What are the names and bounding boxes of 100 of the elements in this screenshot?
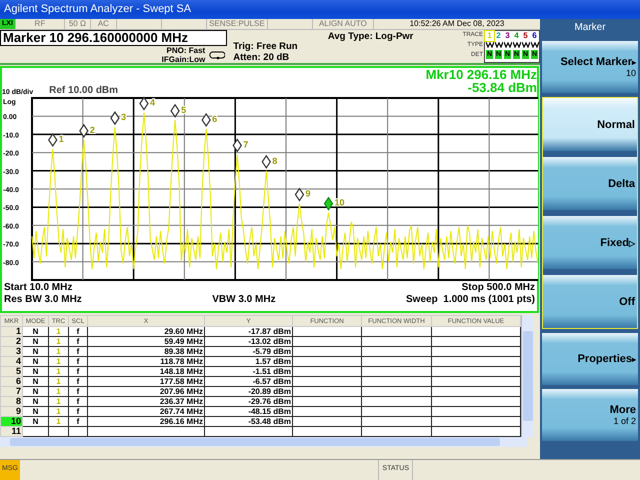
table-cell: 59.49 MHz — [88, 336, 204, 346]
table-cell: f — [68, 376, 88, 386]
marker-number: 9 — [305, 188, 310, 199]
marker-number: 1 — [58, 134, 64, 144]
table-cell: 1 — [48, 376, 68, 386]
marker-number-cell[interactable]: 4 — [0, 356, 22, 366]
softkey-button[interactable]: More 1 of 2 — [542, 389, 638, 441]
marker-diamond[interactable] — [170, 104, 180, 118]
marker-diamond[interactable] — [79, 124, 89, 138]
table-cell: f — [68, 386, 88, 396]
table-cell: N — [22, 326, 48, 336]
softkey-button[interactable]: Properties▸ — [542, 333, 638, 385]
marker-diamond[interactable] — [232, 138, 242, 152]
softkey-button[interactable]: Normal — [543, 98, 637, 151]
softkey-button[interactable]: Fixed▷ — [543, 216, 637, 269]
marker-number-cell[interactable]: 6 — [0, 376, 22, 386]
table-cell: N — [22, 366, 48, 376]
marker-diamond[interactable] — [139, 96, 149, 111]
trace-number[interactable]: 5 — [521, 31, 530, 41]
table-cell: N — [22, 396, 48, 406]
table-cell: 296.16 MHz — [88, 416, 204, 426]
trace-number[interactable]: 3 — [503, 31, 512, 41]
ifgain-label: IFGain:Low — [162, 55, 206, 64]
marker-number-cell[interactable]: 9 — [0, 406, 22, 416]
table-cell: 29.60 MHz — [88, 326, 204, 336]
table-cell: f — [68, 416, 88, 426]
marker-number: 5 — [181, 104, 186, 115]
table-cell: 1 — [48, 366, 68, 376]
marker-diamond[interactable] — [48, 132, 58, 148]
table-cell: -5.79 dBm — [204, 346, 292, 356]
coupling-label: AC — [90, 19, 116, 29]
table-cell: 118.78 MHz — [88, 356, 204, 366]
table-cell: f — [68, 336, 88, 346]
marker-diamond[interactable] — [294, 187, 304, 202]
loop-icon — [209, 50, 226, 60]
softkey-button[interactable]: Delta — [543, 157, 637, 210]
marker-number: 4 — [150, 98, 155, 108]
marker-diamond[interactable] — [324, 196, 334, 211]
table-cell: f — [68, 366, 88, 376]
attenuation-label: Atten: 20 dB — [233, 52, 290, 63]
table-cell: f — [68, 406, 88, 416]
table-cell: 1 — [48, 356, 68, 366]
video-bandwidth: VBW 3.0 MHz — [212, 294, 276, 306]
table-cell: -6.57 dBm — [204, 376, 292, 386]
softkey-button[interactable]: Select Marker▸ 10 — [542, 41, 638, 93]
marker-number-cell[interactable]: 1 — [0, 326, 22, 336]
input-label: RF — [14, 19, 64, 29]
vertical-scrollbar[interactable] — [521, 315, 534, 437]
table-cell: 207.96 MHz — [88, 386, 204, 396]
window-title: Agilent Spectrum Analyzer - Swept SA — [0, 0, 640, 19]
marker-number-cell[interactable]: 3 — [0, 346, 22, 356]
table-cell: -53.48 dBm — [204, 416, 292, 426]
marker-diamond[interactable] — [201, 112, 211, 128]
marker-number: 6 — [212, 114, 218, 124]
marker-level: -53.84 dBm — [468, 81, 537, 94]
table-cell: 1 — [48, 396, 68, 406]
marker-number-cell[interactable]: 7 — [0, 386, 22, 396]
table-cell: 89.38 MHz — [88, 346, 204, 356]
table-cell: 1 — [48, 346, 68, 356]
horizontal-scrollbar[interactable] — [0, 437, 527, 447]
marker-number: 8 — [272, 156, 278, 166]
table-cell: 1 — [48, 336, 68, 346]
table-cell: -17.87 dBm — [204, 326, 292, 336]
trace-number[interactable]: 4 — [512, 31, 522, 41]
table-cell: -29.76 dBm — [204, 396, 292, 406]
marker-number-cell[interactable]: 5 — [0, 366, 22, 376]
trace-number[interactable]: 6 — [530, 31, 540, 41]
average-type-label: Avg Type: Log-Pwr — [328, 31, 414, 42]
table-cell: N — [22, 336, 48, 346]
table-cell: -13.02 dBm — [204, 336, 292, 346]
table-cell: 1 — [48, 326, 68, 336]
table-cell: 1 — [48, 406, 68, 416]
marker-diamond[interactable] — [262, 154, 272, 169]
table-cell: 1 — [48, 416, 68, 426]
marker-diamond[interactable] — [110, 111, 120, 126]
stop-frequency: Stop 500.0 MHz — [462, 282, 535, 294]
table-cell: f — [68, 396, 88, 406]
resolution-bandwidth: Res BW 3.0 MHz — [4, 294, 82, 306]
table-cell: 236.37 MHz — [88, 396, 204, 406]
marker-number-cell[interactable]: 2 — [0, 336, 22, 346]
impedance-label: 50 Ω — [64, 19, 90, 29]
reference-level: Ref 10.00 dBm — [49, 85, 118, 96]
sweep-time: Sweep 1.000 ms (1001 pts) — [406, 294, 535, 306]
marker-number-cell[interactable]: 11 — [0, 426, 22, 436]
table-cell: f — [68, 346, 88, 356]
table-cell: f — [68, 326, 88, 336]
pno-label: PNO: Fast — [166, 46, 206, 55]
marker-number-cell[interactable]: 8 — [0, 396, 22, 406]
table-cell: f — [68, 356, 88, 366]
marker-number-cell[interactable]: 10 — [0, 416, 22, 426]
table-cell: N — [22, 346, 48, 356]
table-cell: 177.58 MHz — [88, 376, 204, 386]
table-cell: N — [22, 386, 48, 396]
menu-title: Marker — [573, 21, 607, 35]
table-cell: N — [22, 376, 48, 386]
marker-frequency: Mkr10 296.16 MHz — [426, 68, 537, 81]
softkey-button[interactable]: Off — [543, 275, 637, 328]
table-cell: -48.15 dBm — [204, 406, 292, 416]
table-cell: -20.89 dBm — [204, 386, 292, 396]
table-cell: N — [22, 416, 48, 426]
